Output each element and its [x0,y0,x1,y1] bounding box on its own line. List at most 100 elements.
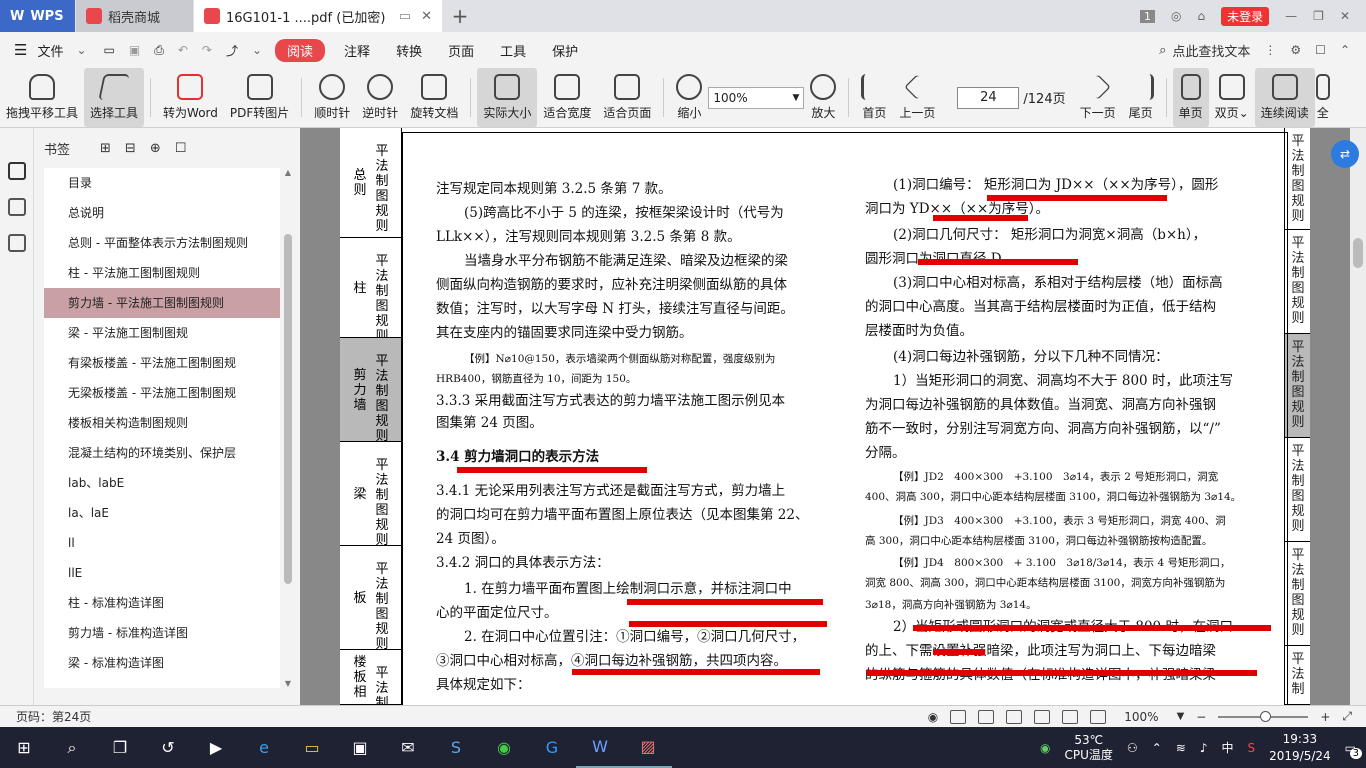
thumbnail-panel-icon[interactable] [7,198,26,216]
convert-to-word-button[interactable]: 转为Word [157,68,224,127]
double-page-button[interactable]: 双页⌄ [1209,68,1255,127]
hamburger-icon[interactable]: ☰ [0,41,33,59]
collapse-all-icon[interactable]: ⊟ [125,141,136,156]
bookmark-item[interactable]: 柱 - 标准构造详图 [44,588,280,618]
bookmark-item[interactable]: llE [44,558,280,588]
print-icon[interactable]: ⎙ [154,43,164,58]
undo-icon[interactable]: ↶ [178,43,188,57]
mail-icon[interactable]: ✉ [384,727,432,768]
select-tool-button[interactable]: 选择工具 [84,68,145,127]
hand-tool-button[interactable]: 拖拽平移工具 [0,68,84,127]
actual-size-status-icon[interactable] [1034,709,1051,724]
single-view-icon[interactable] [950,709,967,724]
shirt-icon[interactable]: ⌂ [1198,9,1206,23]
fullscreen-button[interactable]: 全 [1315,68,1331,127]
task-view-icon[interactable]: ❐ [96,727,144,768]
window-close-icon[interactable]: ✕ [1340,9,1350,23]
cpu-temperature[interactable]: 53℃ CPU温度 [1065,733,1113,763]
next-page-button[interactable]: 下一页 [1074,68,1122,127]
page-count-badge[interactable]: 1 [1140,9,1156,23]
bookmark-item[interactable]: 总说明 [44,198,280,228]
single-page-button[interactable]: 单页 [1172,68,1209,127]
app-s-icon[interactable]: S [432,727,480,768]
wps-taskbar-icon[interactable]: W [576,727,624,768]
export-icon[interactable]: ⤴ [226,42,238,59]
bookmark-panel-icon[interactable] [7,162,26,180]
scroll-down-icon[interactable]: ▼ [282,679,294,688]
volume-icon[interactable]: ♪ [1200,741,1208,755]
book-view-icon[interactable] [1006,709,1023,724]
document-view[interactable]: 总则 平法制图规则柱平法制图规则 剪力墙 平法制图规则梁平法制图规则板平法制图规则 楼板… [300,128,1366,741]
bookmark-scroll-thumb[interactable] [284,234,292,584]
zoom-slider-knob[interactable] [1260,710,1272,722]
tab-close-icon[interactable]: ✕ [421,9,432,24]
bookmark-item[interactable]: la、laE [44,498,280,528]
start-windows-icon[interactable]: ⊞ [0,727,48,768]
minimize-icon[interactable]: — [1285,9,1297,23]
last-page-button[interactable]: 尾页 [1122,68,1160,127]
document-scrollbar[interactable] [1350,128,1366,705]
bookmark-item[interactable]: 有梁板楼盖 - 平法施工图制图规 [44,348,280,378]
menu-annotate[interactable]: 注释 [331,41,383,60]
add-bookmark-icon[interactable]: ⊕ [150,141,161,156]
app-pdf-taskbar-icon[interactable]: ▨ [624,727,672,768]
menu-tools[interactable]: 工具 [487,41,539,60]
app-media-icon[interactable]: ▶ [192,727,240,768]
quick-access-chevron-icon[interactable]: ⌄ [252,43,262,57]
bookmark-item[interactable]: 柱 - 平法施工图制图规则 [44,258,280,288]
document-scroll-thumb[interactable] [1353,238,1363,268]
bookmark-item[interactable]: 无梁板楼盖 - 平法施工图制图规 [44,378,280,408]
menu-protect[interactable]: 保护 [539,41,591,60]
settings-gear-icon[interactable]: ⚙ [1290,43,1301,57]
edge-browser-icon[interactable]: e [240,727,288,768]
save-icon[interactable]: ▣ [129,43,140,57]
bookmark-scrollbar[interactable]: ▲ ▼ [282,168,294,688]
login-button[interactable]: 未登录 [1221,6,1270,26]
page-number-input[interactable]: 24 [957,86,1020,109]
skin-icon[interactable]: ◎ [1171,9,1181,23]
floating-translate-icon[interactable]: ⇄ [1331,140,1359,168]
continuous-read-button[interactable]: 连续阅读 [1254,68,1315,127]
tab-wps-home[interactable]: W WPS [0,0,75,32]
ime-indicator[interactable]: 中 [1221,739,1233,756]
rotate-counterclockwise-button[interactable]: 逆时针 [356,68,404,127]
tab-pdf-document[interactable]: 16G101-1 ....pdf (已加密) ▭ ✕ [194,0,442,32]
first-page-button[interactable]: 首页 [855,68,893,127]
expand-all-icon[interactable]: ⊞ [100,141,111,156]
page-view-icon[interactable] [978,709,995,724]
bookmark-item[interactable]: 梁 - 标准构造详图 [44,648,280,678]
zoom-readout[interactable]: 100% [1124,710,1158,724]
tray-chevron-up-icon[interactable]: ⌃ [1152,741,1162,755]
bookmark-item[interactable]: ll [44,528,280,558]
temperature-tray-icon[interactable]: ◉ [1040,741,1050,755]
tab-pin-icon[interactable]: ▭ [399,9,411,24]
zoom-minus-icon[interactable]: − [1196,710,1206,724]
chevron-down-icon[interactable]: ▼ [1177,711,1185,722]
clock[interactable]: 19:33 2019/5/24 [1269,731,1331,765]
more-icon[interactable]: ⋮ [1264,43,1276,57]
find-text-box[interactable]: ⌕ 点此查找文本 [1159,41,1250,60]
fit-width-status-icon[interactable] [1090,709,1107,724]
bookmark-item[interactable]: 楼板相关构造制图规则 [44,408,280,438]
feedback-icon[interactable]: ☐ [1315,43,1326,57]
zoom-plus-icon[interactable]: + [1320,710,1330,724]
bookmark-item[interactable]: 梁 - 平法施工图制图规 [44,318,280,348]
app-swirl-icon[interactable]: ↺ [144,727,192,768]
previous-page-button[interactable]: 上一页 [893,68,941,127]
fit-page-status-icon[interactable] [1062,709,1079,724]
bookmark-item[interactable]: 混凝土结构的环境类别、保护层 [44,438,280,468]
fit-page-button[interactable]: 适合页面 [597,68,657,127]
search-icon[interactable]: ⌕ [48,727,96,768]
bookmark-item[interactable]: lab、labE [44,468,280,498]
rotate-document-button[interactable]: 旋转文档 [404,68,464,127]
zoom-slider[interactable] [1218,710,1309,722]
eye-protection-icon[interactable]: ◉ [928,710,938,724]
annotation-panel-icon[interactable] [7,234,26,252]
zoom-out-button[interactable]: 缩小 [670,68,708,127]
app-blue-g-icon[interactable]: G [528,727,576,768]
notification-icon[interactable]: ▭ 3 [1345,741,1362,759]
bookmark-item[interactable]: 目录 [44,168,280,198]
bookmark-item[interactable]: 剪力墙 - 平法施工图制图规则 [44,288,280,318]
sogou-ime-icon[interactable]: S [1248,741,1256,755]
menu-convert[interactable]: 转换 [383,41,435,60]
